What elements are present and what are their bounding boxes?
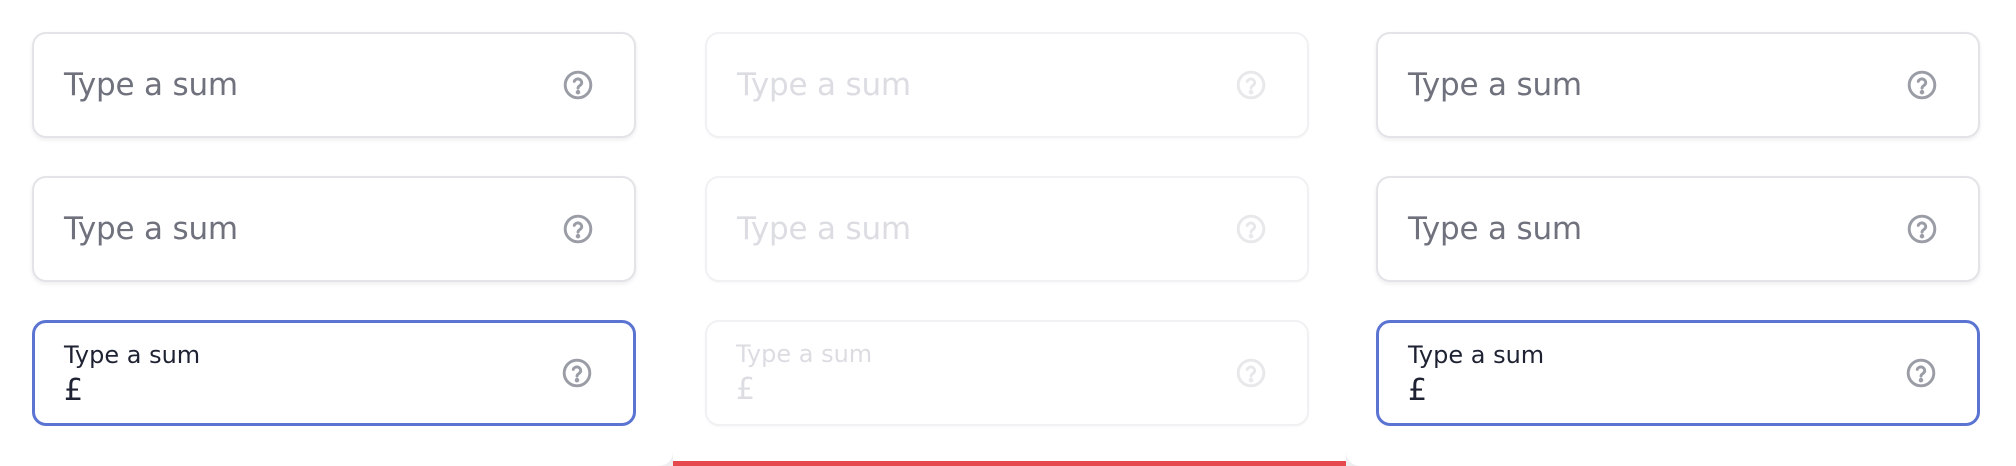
input-states-showcase: Type a sum Type a sum Type a sum £ Type … [0, 0, 2016, 466]
question-circle-icon [1235, 69, 1267, 101]
sum-input-placeholder: Type a sum [64, 67, 238, 103]
sum-input-label: Type a sum [1408, 341, 1545, 369]
sum-input-focused[interactable]: Type a sum £ [32, 320, 636, 426]
question-circle-icon[interactable] [1905, 357, 1937, 389]
currency-prefix: £ [64, 373, 84, 408]
question-circle-icon[interactable] [1906, 213, 1938, 245]
sum-input-disabled: Type a sum [705, 176, 1309, 282]
sum-input-disabled-filled: Type a sum £ [705, 320, 1309, 426]
error-indicator-bar [673, 461, 1346, 466]
question-circle-icon[interactable] [562, 213, 594, 245]
sum-input-label: Type a sum [64, 341, 201, 369]
sum-input-placeholder: Type a sum [1408, 67, 1582, 103]
sum-input-placeholder: Type a sum [737, 67, 911, 103]
sum-input-focused[interactable]: Type a sum £ [1376, 320, 1980, 426]
sum-input-label: Type a sum [736, 340, 873, 368]
sum-input-placeholder: Type a sum [64, 211, 238, 247]
sum-input[interactable]: Type a sum [32, 176, 636, 282]
currency-prefix: £ [1408, 373, 1428, 408]
sum-input-placeholder: Type a sum [1408, 211, 1582, 247]
sum-input[interactable]: Type a sum [1376, 176, 1980, 282]
question-circle-icon[interactable] [1906, 69, 1938, 101]
question-circle-icon [1235, 213, 1267, 245]
sum-input-placeholder: Type a sum [737, 211, 911, 247]
question-circle-icon [1235, 357, 1267, 389]
question-circle-icon[interactable] [562, 69, 594, 101]
question-circle-icon[interactable] [561, 357, 593, 389]
sum-input[interactable]: Type a sum [1376, 32, 1980, 138]
sum-input[interactable]: Type a sum [32, 32, 636, 138]
sum-input-disabled: Type a sum [705, 32, 1309, 138]
currency-prefix: £ [736, 372, 756, 407]
